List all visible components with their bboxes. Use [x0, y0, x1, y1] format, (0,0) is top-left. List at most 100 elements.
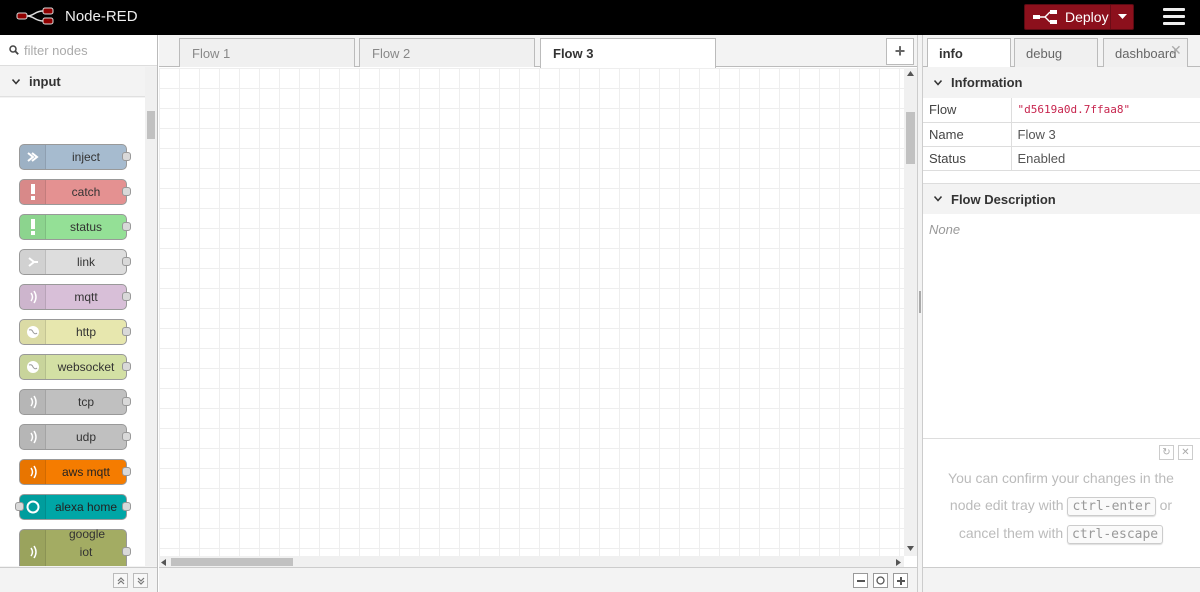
palette-category-input[interactable]: input — [0, 67, 145, 97]
chevron-down-icon — [934, 79, 942, 86]
close-icon[interactable]: ✕ — [1170, 42, 1182, 59]
palette-category-label: input — [29, 74, 61, 89]
workspace-horizontal-scrollbar[interactable] — [159, 556, 904, 567]
deploy-label: Deploy — [1065, 9, 1109, 25]
flow-description-section-header[interactable]: Flow Description — [923, 183, 1200, 214]
info-key: Name — [923, 122, 1012, 147]
output-port — [122, 467, 131, 476]
bang-icon — [30, 219, 35, 235]
flow-canvas[interactable] — [159, 68, 904, 556]
palette-node-label: http — [75, 324, 96, 339]
node-icon — [20, 355, 46, 379]
palette-node[interactable]: mqtt — [19, 284, 131, 310]
node-icon — [20, 215, 46, 239]
palette-footer — [0, 567, 157, 592]
app-title: Node-RED — [65, 7, 138, 25]
palette-node[interactable]: status — [19, 214, 131, 240]
workspace-vertical-scrollbar[interactable] — [904, 68, 917, 556]
workspace-horizontal-scrollbar-thumb[interactable] — [171, 558, 293, 566]
tab-label: Flow 3 — [553, 46, 594, 61]
info-value: Flow 3 — [1011, 122, 1200, 147]
node-red-logo-icon — [16, 7, 54, 25]
palette-search — [0, 35, 157, 66]
filter-nodes-input[interactable] — [24, 42, 154, 58]
bang-icon — [30, 184, 35, 200]
node-icon — [20, 285, 46, 309]
information-section-header[interactable]: Information — [923, 67, 1200, 98]
shortcut-key: ctrl-escape — [1067, 525, 1164, 544]
node-icon — [20, 320, 46, 344]
palette-node-label: inject — [71, 149, 100, 164]
resize-grip-icon — [919, 291, 921, 313]
expand-all-button[interactable] — [133, 573, 148, 588]
globe-icon — [26, 361, 39, 373]
wave-icon — [29, 395, 37, 409]
output-port — [122, 502, 131, 511]
palette-node-label: aws mqtt — [61, 464, 110, 479]
info-key: Flow — [923, 98, 1012, 123]
palette-node-label: catch — [71, 184, 101, 199]
workspace-vertical-scrollbar-thumb[interactable] — [906, 112, 915, 164]
zoom-out-button[interactable] — [853, 573, 868, 588]
palette-node-label: link — [76, 254, 95, 269]
header-bar: Node-RED Deploy — [0, 0, 1200, 35]
sidebar: info debug dashboard ✕ Information Flow … — [923, 35, 1200, 592]
tab-flow-2[interactable]: Flow 2 — [359, 38, 535, 67]
hamburger-icon-line — [1163, 8, 1185, 11]
node-icon — [20, 460, 46, 484]
section-title: Flow Description — [951, 191, 1056, 207]
output-port — [122, 432, 131, 441]
scroll-up-arrow-icon[interactable] — [907, 71, 914, 76]
hamburger-icon-line — [1163, 22, 1185, 25]
scroll-left-arrow-icon[interactable] — [161, 559, 166, 566]
palette-node[interactable]: alexa home — [15, 494, 131, 520]
scroll-down-arrow-icon[interactable] — [907, 546, 914, 551]
palette-node-label: status — [69, 219, 102, 234]
deploy-options-button[interactable] — [1111, 5, 1133, 29]
deploy-main-button[interactable]: Deploy — [1025, 5, 1111, 29]
info-table: Flow "d5619a0d.7ffaa8" Name Flow 3 Statu… — [923, 98, 1200, 171]
palette-node[interactable]: aws mqtt — [19, 459, 131, 485]
workspace-footer — [159, 567, 917, 592]
chevron-down-icon — [934, 196, 942, 202]
palette-node[interactable]: websocket — [19, 354, 131, 380]
palette-node[interactable]: catch — [19, 179, 131, 205]
link-icon — [27, 257, 38, 267]
palette-node[interactable]: link — [19, 249, 131, 275]
output-port — [122, 257, 131, 266]
chevron-double-up-icon — [117, 576, 124, 584]
wave-icon — [29, 545, 37, 559]
palette-scrollbar-thumb[interactable] — [147, 111, 155, 139]
help-tip-panel: ↻ ✕ You can confirm your changes in the … — [923, 438, 1200, 568]
sidebar-tabs: info debug dashboard ✕ — [923, 35, 1200, 68]
node-icon — [20, 250, 46, 274]
add-flow-button[interactable]: + — [886, 38, 914, 65]
tab-flow-3[interactable]: Flow 3 — [540, 38, 716, 68]
info-value: "d5619a0d.7ffaa8" — [1011, 98, 1200, 123]
refresh-icon[interactable]: ↻ — [1159, 445, 1174, 460]
palette-node[interactable]: google iot core — [19, 527, 131, 566]
main-menu-button[interactable] — [1163, 8, 1185, 26]
tab-debug[interactable]: debug — [1014, 38, 1098, 67]
scroll-right-arrow-icon[interactable] — [896, 559, 901, 566]
palette-scrollbar[interactable] — [145, 67, 157, 566]
tab-label: Flow 2 — [372, 45, 411, 61]
deploy-button[interactable]: Deploy — [1024, 4, 1134, 30]
node-icon — [20, 390, 46, 414]
collapse-all-button[interactable] — [113, 573, 128, 588]
palette-node-label: google iot core — [69, 527, 106, 566]
palette-node[interactable]: inject — [19, 144, 131, 170]
palette-node[interactable]: udp — [19, 424, 131, 450]
zoom-in-button[interactable] — [893, 573, 908, 588]
tab-flow-1[interactable]: Flow 1 — [179, 38, 355, 67]
close-icon[interactable]: ✕ — [1178, 445, 1193, 460]
node-icon — [20, 530, 46, 566]
palette-node[interactable]: http — [19, 319, 131, 345]
plus-icon — [896, 576, 905, 585]
tab-info[interactable]: info — [927, 38, 1011, 68]
plus-icon: + — [894, 41, 906, 61]
zoom-reset-button[interactable] — [873, 573, 888, 588]
palette-node[interactable]: tcp — [19, 389, 131, 415]
help-tip-text: You can confirm your changes in the node… — [933, 465, 1189, 548]
table-row: Name Flow 3 — [923, 122, 1200, 147]
